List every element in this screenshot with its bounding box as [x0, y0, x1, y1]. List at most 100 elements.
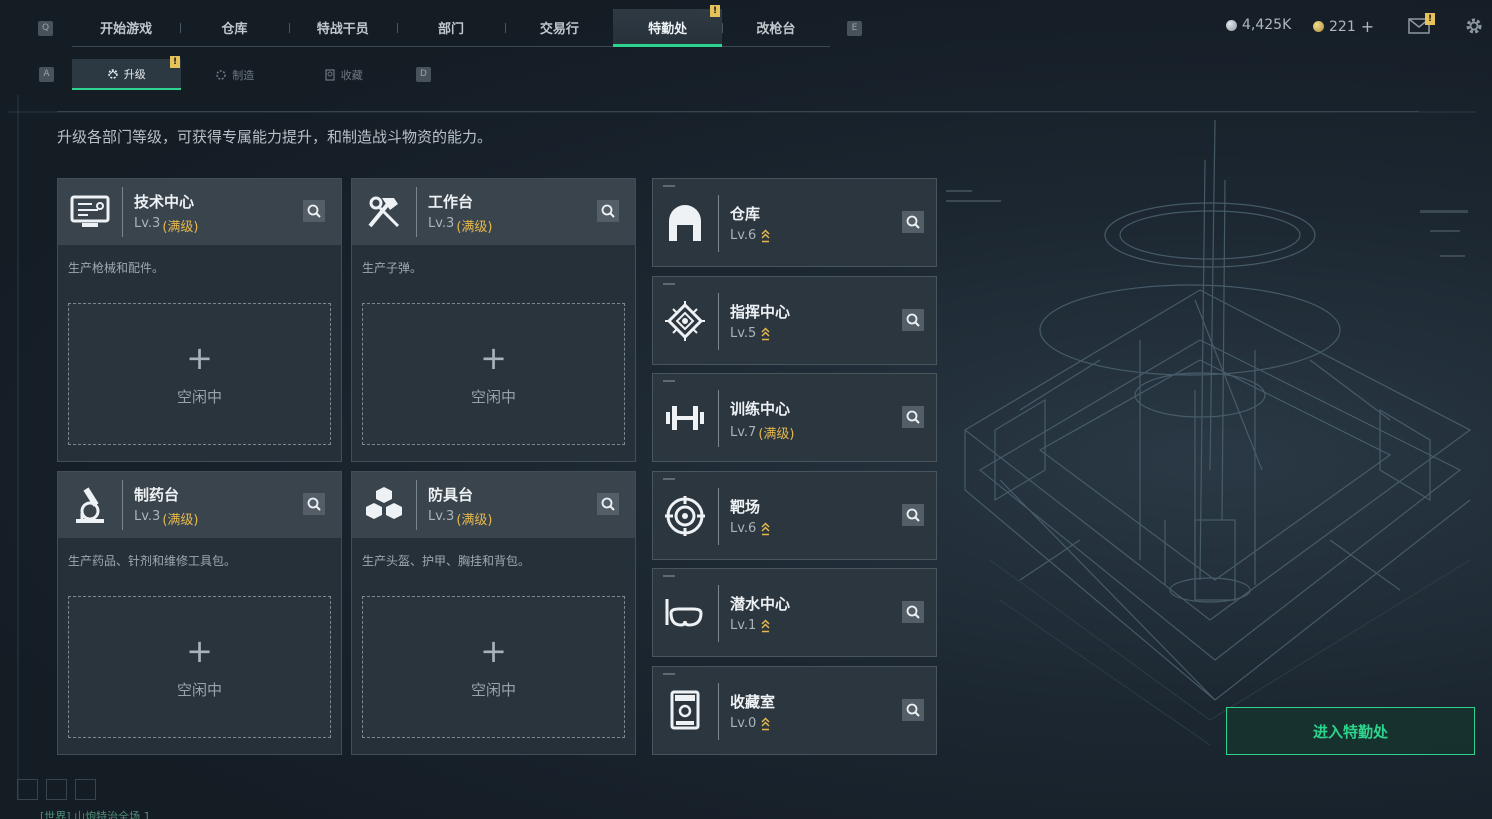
search-button[interactable]	[902, 309, 924, 331]
nav-tab-label: 特战干员	[316, 22, 369, 37]
workbench-name: 技术中心	[134, 193, 195, 211]
card-header: 工作台 Lv.3 (满级)	[352, 179, 635, 245]
quick-slot[interactable]	[46, 779, 67, 800]
subtab-craft[interactable]: 制造	[181, 59, 290, 90]
nav-tab-trading[interactable]: 交易行	[505, 9, 613, 46]
upgrade-alert-badge: !	[170, 56, 180, 68]
workbench-card-pharmacy[interactable]: 制药台 Lv.3 (满级) 生产药品、针剂和维修工具包。 + 空闲中	[57, 471, 342, 755]
facility-card-warehouse[interactable]: 仓库 Lv.6	[652, 178, 937, 267]
nav-tab-label: 仓库	[221, 22, 248, 37]
nav-tab-departments[interactable]: 部门	[396, 9, 505, 46]
search-button[interactable]	[902, 699, 924, 721]
search-button[interactable]	[902, 406, 924, 428]
search-icon	[307, 497, 321, 511]
workbench-card-armor[interactable]: 防具台 Lv.3 (满级) 生产头盔、护甲、胸挂和背包。 + 空闲中	[351, 471, 636, 755]
facility-card-training-center[interactable]: 训练中心 Lv.7 (满级)	[652, 373, 937, 462]
search-icon	[601, 497, 615, 511]
workbench-card-workbench[interactable]: 工作台 Lv.3 (满级) 生产子弹。 + 空闲中	[351, 178, 636, 462]
special-ops-alert-badge: !	[710, 5, 720, 17]
search-button[interactable]	[902, 504, 924, 526]
add-gold-button[interactable]: +	[1361, 17, 1374, 36]
separator	[416, 187, 417, 237]
workbench-name: 防具台	[428, 486, 474, 504]
warehouse-icon	[669, 205, 701, 241]
workbench-description: 生产药品、针剂和维修工具包。	[68, 554, 237, 568]
quick-slot[interactable]	[17, 779, 38, 800]
dumbbell-icon	[666, 406, 704, 430]
chat-message[interactable]: [世界] 山炮特治全场 1	[40, 808, 151, 819]
search-icon	[906, 313, 920, 327]
level-text: Lv.3	[428, 509, 455, 524]
production-slot[interactable]: + 空闲中	[362, 596, 625, 738]
search-button[interactable]	[303, 200, 325, 222]
card-tick	[663, 673, 675, 675]
level-text: Lv.6	[730, 228, 757, 243]
search-button[interactable]	[597, 200, 619, 222]
separator	[122, 480, 123, 530]
separator	[416, 480, 417, 530]
separator	[718, 488, 719, 545]
slot-status: 空闲中	[470, 681, 516, 699]
nav-tab-label: 部门	[438, 22, 465, 37]
card-tick	[663, 283, 675, 285]
nav-tab-warehouse[interactable]: 仓库	[180, 9, 288, 46]
silver-currency: 4,425K	[1226, 17, 1291, 33]
level-text: Lv.3	[134, 509, 161, 524]
quick-slot[interactable]	[75, 779, 96, 800]
facility-card-shooting-range[interactable]: 靶场 Lv.6	[652, 471, 937, 560]
add-icon: +	[480, 632, 507, 670]
facility-level: Lv.6	[730, 228, 770, 243]
production-slot[interactable]: + 空闲中	[362, 303, 625, 445]
card-header: 防具台 Lv.3 (满级)	[352, 472, 635, 538]
card-header: 制药台 Lv.3 (满级)	[58, 472, 341, 538]
workbench-description: 生产头盔、护甲、胸挂和背包。	[362, 554, 531, 568]
upgrade-arrow-icon	[761, 716, 770, 730]
nav-tab-operators[interactable]: 特战干员	[288, 9, 397, 46]
cubes-icon	[366, 487, 402, 519]
upgrade-arrow-icon	[761, 618, 770, 632]
level-text: Lv.6	[730, 521, 757, 536]
separator	[122, 187, 123, 237]
search-button[interactable]	[303, 493, 325, 515]
production-slot[interactable]: + 空闲中	[68, 596, 331, 738]
add-icon: +	[186, 632, 213, 670]
nav-tab-label: 特勤处	[648, 22, 688, 37]
nav-tab-start-game[interactable]: 开始游戏	[72, 9, 180, 46]
max-level-label: (满级)	[456, 513, 493, 528]
search-button[interactable]	[597, 493, 619, 515]
nav-tab-special-ops[interactable]: 特勤处	[613, 9, 723, 47]
nav-tab-gunsmith[interactable]: 改枪台	[721, 9, 830, 46]
silver-amount: 4,425K	[1242, 17, 1292, 33]
prev-tab-key-hint: Q	[38, 21, 53, 36]
subtab-upgrade[interactable]: 升级	[72, 59, 181, 90]
search-button[interactable]	[902, 211, 924, 233]
search-button[interactable]	[902, 601, 924, 623]
level-text: Lv.1	[730, 618, 757, 633]
gold-amount: 221	[1329, 18, 1356, 35]
divider	[57, 111, 1419, 112]
mail-alert-badge: !	[1425, 13, 1435, 25]
upgrade-arrow-icon	[761, 228, 770, 242]
slot-status: 空闲中	[176, 388, 222, 406]
separator	[718, 585, 719, 642]
settings-gear-icon[interactable]	[1464, 16, 1484, 36]
next-subtab-key-hint: D	[416, 67, 431, 82]
facility-name: 指挥中心	[730, 303, 791, 321]
card-tick	[663, 380, 675, 382]
search-icon	[307, 204, 321, 218]
level-text: Lv.7	[730, 425, 757, 440]
subtab-collection[interactable]: 收藏	[289, 59, 398, 90]
workbench-level: Lv.3 (满级)	[428, 216, 493, 235]
enter-special-ops-button[interactable]: 进入特勤处	[1226, 707, 1475, 755]
workbench-card-tech-center[interactable]: 技术中心 Lv.3 (满级) 生产枪械和配件。 + 空闲中	[57, 178, 342, 462]
facility-level: Lv.5	[730, 326, 770, 341]
facility-card-collection-room[interactable]: 收藏室 Lv.0	[652, 666, 937, 755]
facility-card-diving-center[interactable]: 潜水中心 Lv.1	[652, 568, 937, 657]
production-slot[interactable]: + 空闲中	[68, 303, 331, 445]
facility-level: Lv.6	[730, 521, 770, 536]
max-level-label: (满级)	[456, 220, 493, 235]
search-icon	[906, 508, 920, 522]
separator	[718, 293, 719, 350]
facility-card-command-center[interactable]: 指挥中心 Lv.5	[652, 276, 937, 365]
nav-tab-label: 开始游戏	[100, 22, 153, 37]
